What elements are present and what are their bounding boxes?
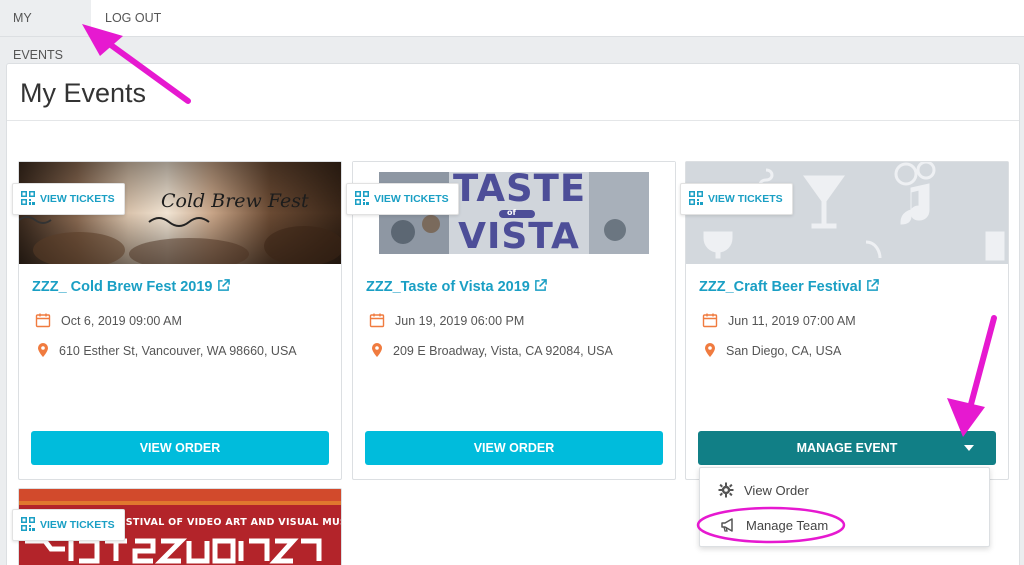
qr-code-icon <box>689 191 703 205</box>
qr-code-icon <box>355 191 369 205</box>
top-nav: MY EVENTS LOG OUT <box>0 0 1024 62</box>
gear-icon <box>718 482 734 498</box>
calendar-icon <box>369 313 385 328</box>
location-pin-icon <box>372 343 382 357</box>
event-title-link[interactable]: ZZZ_Craft Beer Festival <box>699 279 879 295</box>
event-title-link[interactable]: ZZZ_ Cold Brew Fest 2019 <box>32 279 230 295</box>
caret-down-icon[interactable] <box>964 445 974 451</box>
video-art-banner-text: ESTIVAL OF VIDEO ART AND VISUAL MUSIC <box>119 517 341 528</box>
location-pin-icon <box>38 343 48 357</box>
event-date: Jun 11, 2019 07:00 AM <box>702 312 856 328</box>
view-tickets-label: VIEW TICKETS <box>374 193 449 205</box>
page-title: My Events <box>20 78 147 108</box>
event-date: Oct 6, 2019 09:00 AM <box>35 312 182 328</box>
event-location-text: 610 Esther St, Vancouver, WA 98660, USA <box>59 344 297 358</box>
event-title-text: ZZZ_Taste of Vista 2019 <box>366 279 530 295</box>
menu-item-label: Manage Team <box>746 518 829 533</box>
view-tickets-button[interactable]: VIEW TICKETS <box>12 509 125 541</box>
menu-item-label: View Order <box>744 483 809 498</box>
manage-event-button[interactable]: MANAGE EVENT <box>698 431 996 465</box>
event-date-text: Jun 11, 2019 07:00 AM <box>728 314 856 328</box>
view-tickets-label: VIEW TICKETS <box>40 519 115 531</box>
manage-event-menu: View Order Manage Team <box>699 467 990 547</box>
taste-logo-line2: VISTA <box>458 216 580 257</box>
event-location: 209 E Broadway, Vista, CA 92084, USA <box>369 342 613 358</box>
view-tickets-label: VIEW TICKETS <box>40 193 115 205</box>
view-order-button[interactable]: VIEW ORDER <box>31 431 329 465</box>
view-tickets-button[interactable]: VIEW TICKETS <box>346 183 459 215</box>
view-order-button[interactable]: VIEW ORDER <box>365 431 663 465</box>
menu-item-view-order[interactable]: View Order <box>718 482 809 498</box>
taste-logo-line1: TASTE <box>453 167 587 210</box>
event-location-text: 209 E Broadway, Vista, CA 92084, USA <box>393 344 613 358</box>
megaphone-icon <box>721 518 733 532</box>
event-title-text: ZZZ_Craft Beer Festival <box>699 279 862 295</box>
view-tickets-button[interactable]: VIEW TICKETS <box>680 183 793 215</box>
tab-my-events[interactable]: MY EVENTS <box>0 0 91 62</box>
event-location: 610 Esther St, Vancouver, WA 98660, USA <box>35 342 297 358</box>
event-location-text: San Diego, CA, USA <box>726 344 842 358</box>
event-title-text: ZZZ_ Cold Brew Fest 2019 <box>32 279 213 295</box>
event-title-link[interactable]: ZZZ_Taste of Vista 2019 <box>366 279 547 295</box>
view-tickets-label: VIEW TICKETS <box>708 193 783 205</box>
event-date-text: Jun 19, 2019 06:00 PM <box>395 314 525 328</box>
view-tickets-button[interactable]: VIEW TICKETS <box>12 183 125 215</box>
qr-code-icon <box>21 517 35 531</box>
calendar-icon <box>702 313 718 328</box>
menu-item-manage-team[interactable]: Manage Team <box>720 517 828 533</box>
event-date-text: Oct 6, 2019 09:00 AM <box>61 314 182 328</box>
event-location: San Diego, CA, USA <box>702 342 841 358</box>
calendar-icon <box>35 313 51 328</box>
location-pin-icon <box>705 343 715 357</box>
manage-event-label: MANAGE EVENT <box>796 441 898 455</box>
qr-code-icon <box>21 191 35 205</box>
cold-brew-logo: Cold Brew Fest <box>161 190 309 212</box>
external-link-icon <box>217 279 230 291</box>
external-link-icon <box>866 279 879 291</box>
tab-log-out[interactable]: LOG OUT <box>92 0 174 36</box>
title-divider <box>7 120 1019 121</box>
external-link-icon <box>534 279 547 291</box>
event-date: Jun 19, 2019 06:00 PM <box>369 312 524 328</box>
